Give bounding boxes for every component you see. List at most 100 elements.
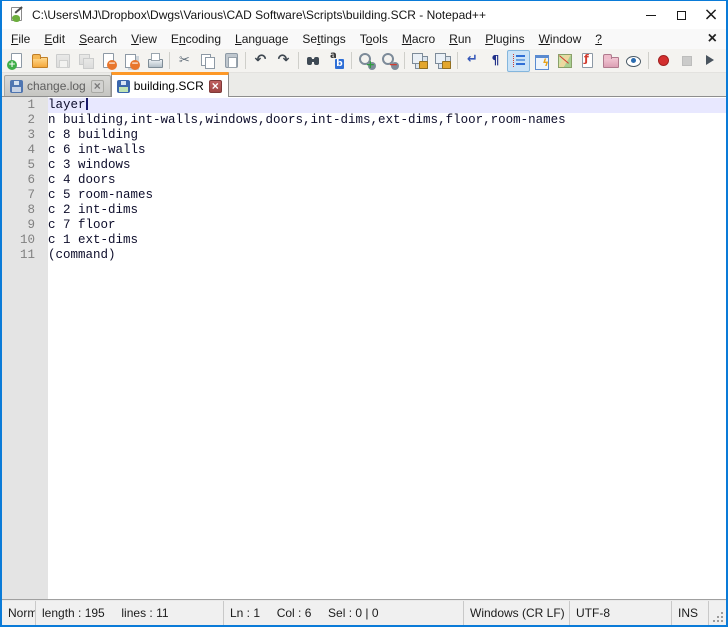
menu-macro[interactable]: Macro [395, 30, 442, 48]
toolbar-function-list-button[interactable] [576, 50, 599, 72]
menu-file[interactable]: File [4, 30, 37, 48]
toolbar-replace-button[interactable] [325, 50, 348, 72]
line-number[interactable]: 10 [2, 233, 48, 248]
line-text[interactable]: layer [48, 98, 726, 113]
toolbar-close-all-button[interactable] [120, 50, 143, 72]
status-insert-mode[interactable]: INS [672, 601, 709, 625]
toolbar-macro-playback-button[interactable] [698, 50, 721, 72]
line-number[interactable]: 4 [2, 143, 48, 158]
menu-search[interactable]: Search [72, 30, 124, 48]
app-icon-chameleon [12, 15, 20, 22]
toolbar-sync-vertical-scroll-button[interactable] [408, 50, 431, 72]
editor-line: 9c 7 floor [2, 218, 726, 233]
toolbar-macro-stop-button [675, 50, 698, 72]
toolbar-close-file-button[interactable] [97, 50, 120, 72]
line-text[interactable]: c 7 floor [48, 218, 726, 233]
maximize-icon [677, 11, 686, 20]
editor-line: 8c 2 int-dims [2, 203, 726, 218]
toolbar-new-file-button[interactable] [5, 50, 28, 72]
toolbar-zoom-in-button[interactable] [355, 50, 378, 72]
toolbar-undo-button[interactable] [249, 50, 272, 72]
menu-language[interactable]: Language [228, 30, 295, 48]
status-cursor-position[interactable]: Ln : 1 Col : 6 Sel : 0 | 0 [224, 601, 464, 625]
editor-line: 3c 8 building [2, 128, 726, 143]
line-number[interactable]: 1 [2, 98, 48, 113]
toolbar-macro-run-multiple-button[interactable] [721, 50, 728, 72]
notepadpp-app-icon[interactable] [9, 7, 25, 23]
tabbar-tabs: change.logbuilding.SCR [4, 73, 229, 96]
line-text[interactable]: c 6 int-walls [48, 143, 726, 158]
line-number[interactable]: 9 [2, 218, 48, 233]
find-icon [305, 52, 322, 69]
toolbar-show-indent-guide-button[interactable] [507, 50, 530, 72]
line-number[interactable]: 6 [2, 173, 48, 188]
line-number[interactable]: 5 [2, 158, 48, 173]
toolbar-folder-as-workspace-button[interactable] [599, 50, 622, 72]
menu-encoding[interactable]: Encoding [164, 30, 228, 48]
menu-view[interactable]: View [124, 30, 164, 48]
minimize-button[interactable] [636, 1, 666, 29]
line-number[interactable]: 11 [2, 248, 48, 263]
toolbar-monitoring-button[interactable] [622, 50, 645, 72]
editor[interactable]: 1layer2n building,int-walls,windows,door… [2, 97, 726, 599]
wrap-icon [464, 52, 481, 69]
maximize-button[interactable] [666, 1, 696, 29]
line-text[interactable]: c 1 ext-dims [48, 233, 726, 248]
funclist-icon [579, 52, 596, 69]
toolbar-save-file-button [51, 50, 74, 72]
toolbar-redo-button[interactable] [272, 50, 295, 72]
toolbar-paste-button[interactable] [219, 50, 242, 72]
tab-close-icon[interactable] [91, 80, 104, 93]
title-bar[interactable]: C:\Users\MJ\Dropbox\Dwgs\Various\CAD Sof… [2, 1, 726, 29]
line-number[interactable]: 3 [2, 128, 48, 143]
toolbar-user-defined-dialog-button[interactable] [530, 50, 553, 72]
line-text[interactable]: c 5 room-names [48, 188, 726, 203]
line-text[interactable]: (command) [48, 248, 726, 263]
toolbar-save-all-button [74, 50, 97, 72]
line-text[interactable]: c 2 int-dims [48, 203, 726, 218]
toolbar-separator [457, 52, 458, 69]
toolbar-document-map-button[interactable] [553, 50, 576, 72]
tab-close-icon[interactable] [209, 80, 222, 93]
menu-window[interactable]: Window [532, 30, 589, 48]
menu-run[interactable]: Run [442, 30, 478, 48]
toolbar-word-wrap-button[interactable] [461, 50, 484, 72]
line-number[interactable]: 7 [2, 188, 48, 203]
menu-help[interactable]: ? [588, 30, 609, 48]
toolbar-find-button[interactable] [302, 50, 325, 72]
toolbar-zoom-out-button[interactable] [378, 50, 401, 72]
monitor-icon [625, 52, 642, 69]
tab-building-scr[interactable]: building.SCR [111, 72, 229, 97]
minimize-icon [646, 15, 656, 16]
tab-change-log[interactable]: change.log [4, 75, 111, 96]
menu-plugins[interactable]: Plugins [478, 30, 531, 48]
open-icon [31, 52, 48, 69]
status-eol-format[interactable]: Windows (CR LF) [464, 601, 570, 625]
document-close-icon[interactable] [708, 31, 717, 46]
line-number[interactable]: 2 [2, 113, 48, 128]
line-text[interactable]: c 8 building [48, 128, 726, 143]
toolbar-copy-button[interactable] [196, 50, 219, 72]
line-number[interactable]: 8 [2, 203, 48, 218]
line-text[interactable]: c 3 windows [48, 158, 726, 173]
toolbar-print-button[interactable] [143, 50, 166, 72]
close-button[interactable] [696, 1, 726, 29]
line-text[interactable]: n building,int-walls,windows,doors,int-d… [48, 113, 726, 128]
toolbar-show-all-characters-button[interactable] [484, 50, 507, 72]
menu-settings[interactable]: Settings [295, 30, 352, 48]
folderws-icon [602, 52, 619, 69]
editor-line: 4c 6 int-walls [2, 143, 726, 158]
toolbar-cut-button[interactable] [173, 50, 196, 72]
toolbar-open-file-button[interactable] [28, 50, 51, 72]
line-text[interactable]: c 4 doors [48, 173, 726, 188]
resize-grip-icon[interactable] [721, 620, 723, 622]
toolbar-macro-record-button[interactable] [652, 50, 675, 72]
saved-file-icon [10, 80, 23, 93]
toolbar-separator [245, 52, 246, 69]
saved-file-icon [117, 80, 130, 93]
menu-edit[interactable]: Edit [37, 30, 72, 48]
status-encoding[interactable]: UTF-8 [570, 601, 672, 625]
toolbar-sync-horizontal-scroll-button[interactable] [431, 50, 454, 72]
menu-tools[interactable]: Tools [353, 30, 395, 48]
save-all-icon [77, 52, 94, 69]
